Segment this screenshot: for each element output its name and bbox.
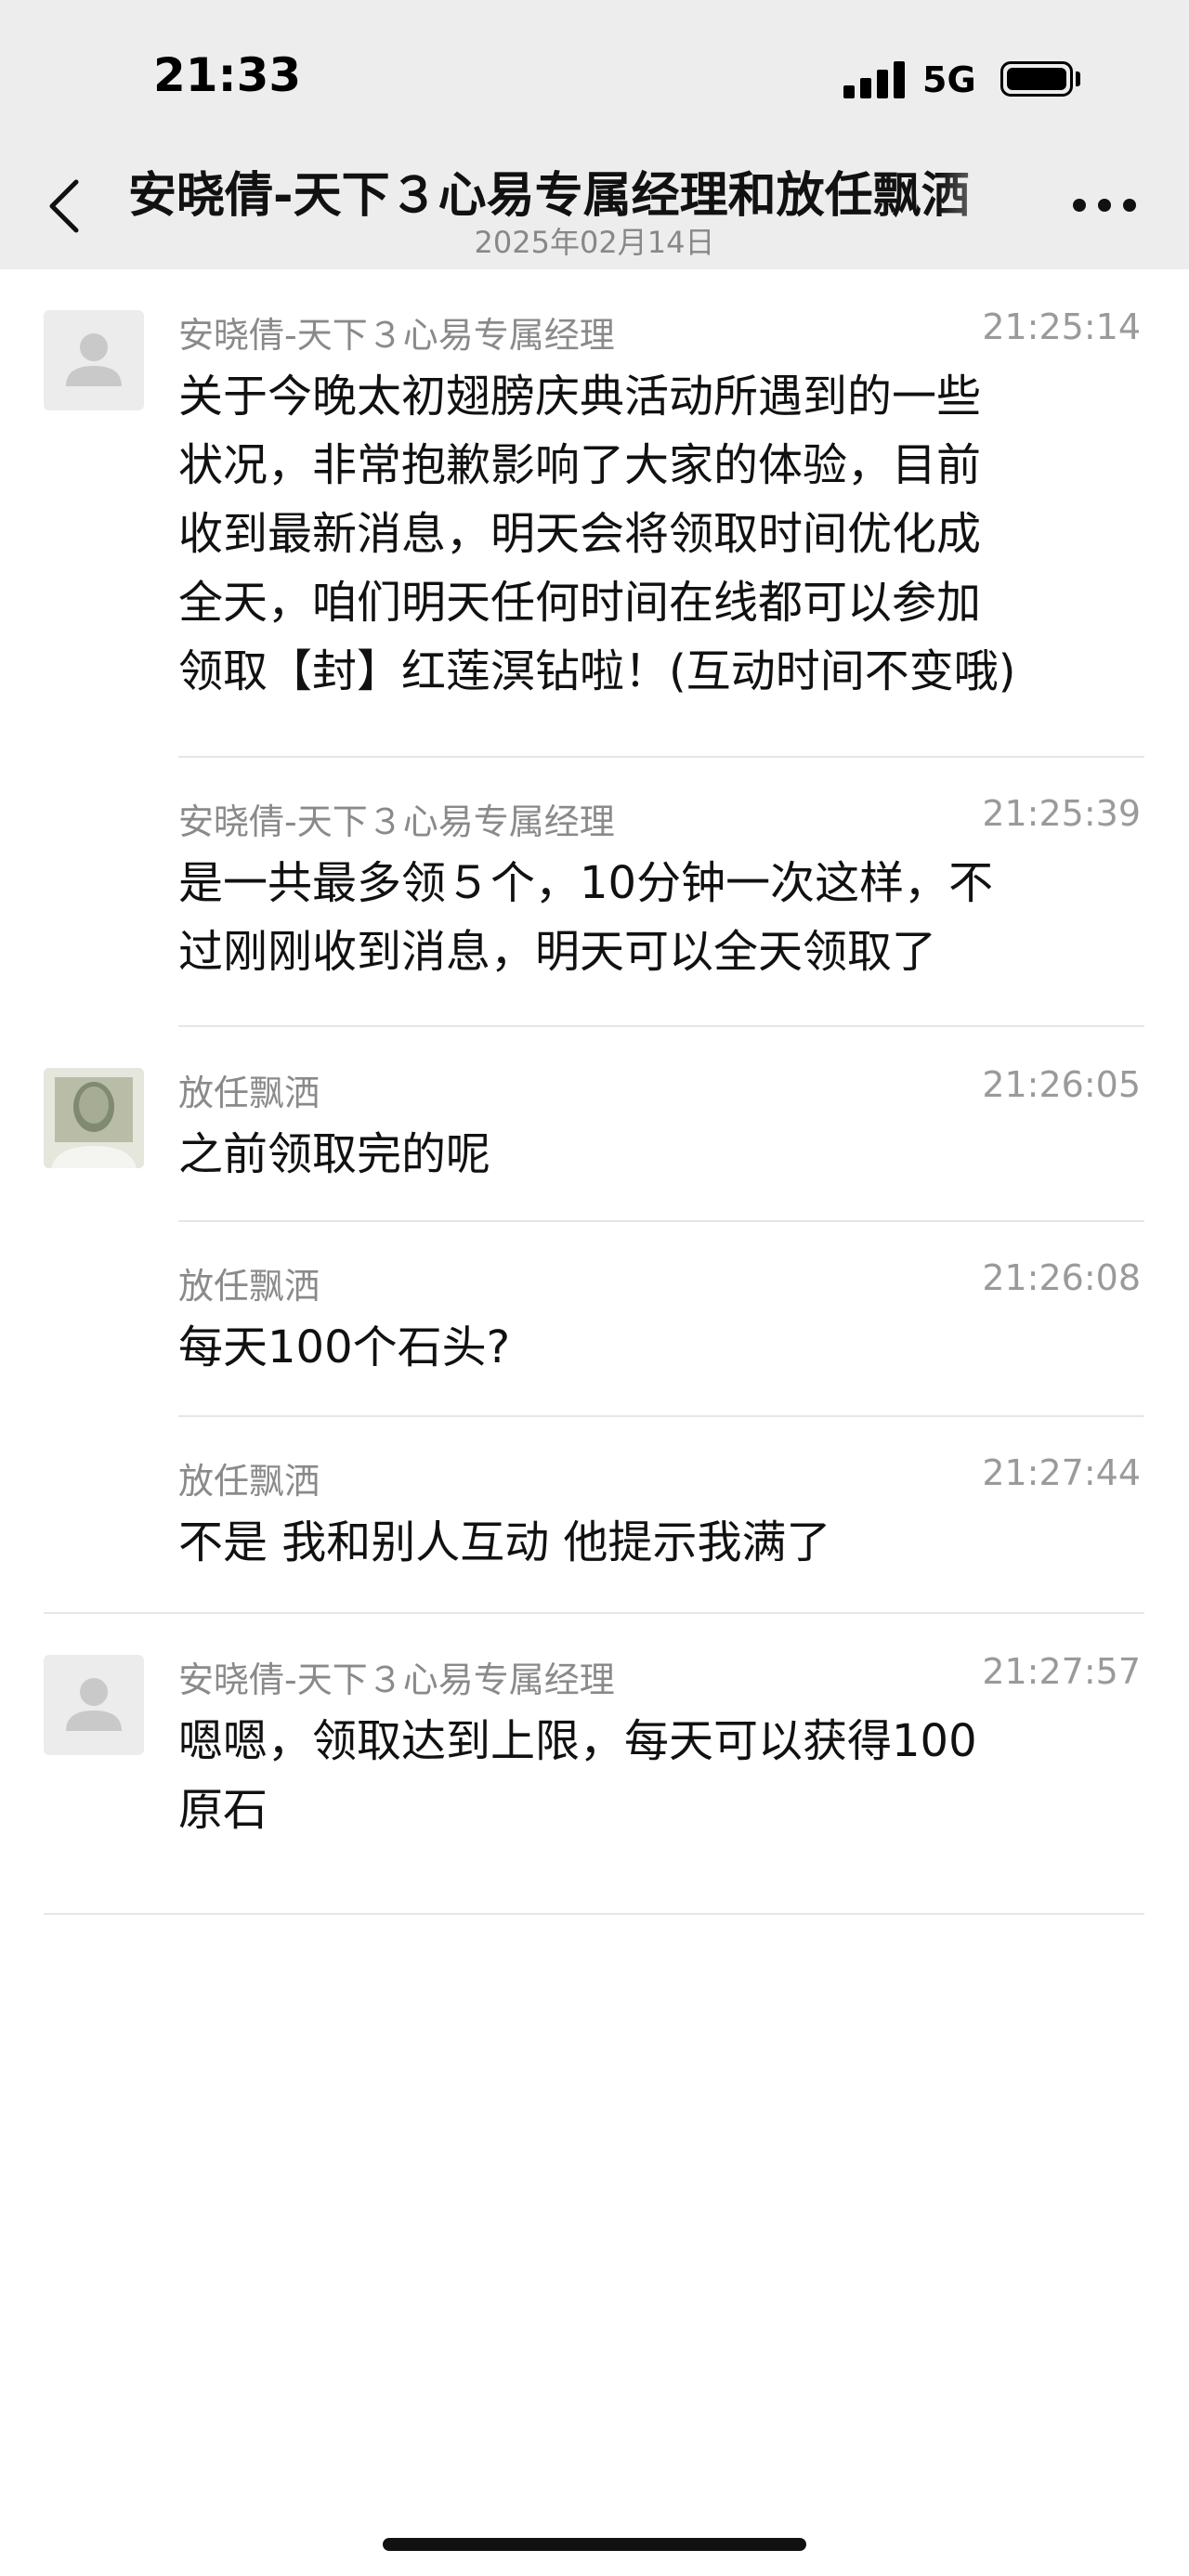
message-line: 状况，非常抱歉影响了大家的体验，目前 [178, 439, 982, 491]
message-text: 关于今晚太初翅膀庆典活动所遇到的一些 状况，非常抱歉影响了大家的体验，目前 收到… [178, 362, 1144, 706]
message-item: 放任飘洒 21:26:08 每天100个石头? [0, 1222, 1189, 1417]
battery-icon [1000, 61, 1073, 97]
message-time: 21:27:44 [982, 1452, 1141, 1493]
chat-date: 2025年02月14日 [0, 219, 1189, 262]
message-line: 原石 [178, 1784, 268, 1836]
message-text: 之前领取完的呢 [178, 1120, 1144, 1189]
home-indicator[interactable] [383, 2538, 806, 2551]
battery-tip [1076, 72, 1080, 86]
message-line: 全天，咱们明天任何时间在线都可以参加 [178, 577, 982, 629]
message-time: 21:27:57 [982, 1651, 1141, 1692]
default-avatar-icon[interactable] [44, 310, 144, 410]
message-item: 安晓倩-天下３心易专属经理 21:25:14 关于今晚太初翅膀庆典活动所遇到的一… [0, 269, 1189, 757]
message-line: 关于今晚太初翅膀庆典活动所遇到的一些 [178, 371, 982, 423]
chat-title: 安晓倩-天下３心易专属经理和放任飘洒 [128, 168, 970, 224]
message-line: 不是 我和别人互动 他提示我满了 [178, 1516, 831, 1568]
chat-date-text: 2025年02月14日 [474, 225, 715, 260]
message-line: 每天100个石头? [178, 1321, 511, 1373]
message-line: 过刚刚收到消息，明天可以全天领取了 [178, 926, 937, 978]
message-line: 之前领取完的呢 [178, 1128, 491, 1180]
sender-name: 安晓倩-天下３心易专属经理 [178, 1659, 615, 1700]
message-time: 21:26:08 [982, 1257, 1141, 1298]
message-text: 不是 我和别人互动 他提示我满了 [178, 1508, 1144, 1577]
message-line: 收到最新消息，明天会将领取时间优化成 [178, 508, 982, 560]
message-item: 放任飘洒 21:26:05 之前领取完的呢 [0, 1027, 1189, 1222]
network-type: 5G [922, 59, 976, 100]
sender-name: 放任飘洒 [178, 1266, 320, 1307]
more-options-icon[interactable] [1073, 199, 1138, 217]
message-time: 21:25:39 [982, 793, 1141, 834]
message-time: 21:26:05 [982, 1064, 1141, 1105]
user-avatar-photo[interactable] [44, 1068, 144, 1168]
message-line: 领取【封】红莲溟钻啦！(互动时间不变哦) [178, 645, 1016, 697]
message-time: 21:25:14 [982, 306, 1141, 347]
sender-name: 放任飘洒 [178, 1073, 320, 1113]
message-text: 每天100个石头? [178, 1313, 1144, 1382]
message-item: 放任飘洒 21:27:44 不是 我和别人互动 他提示我满了 [0, 1417, 1189, 1614]
cellular-signal-icon [843, 61, 905, 98]
end-divider [44, 1913, 1144, 1915]
sender-name: 安晓倩-天下３心易专属经理 [178, 801, 615, 842]
message-item: 安晓倩-天下３心易专属经理 21:25:39 是一共最多领５个，10分钟一次这样… [0, 758, 1189, 1027]
message-text: 是一共最多领５个，10分钟一次这样，不 过刚刚收到消息，明天可以全天领取了 [178, 849, 1144, 986]
message-item: 安晓倩-天下３心易专属经理 21:27:57 嗯嗯，领取达到上限，每天可以获得1… [0, 1614, 1189, 1911]
message-line: 是一共最多领５个，10分钟一次这样，不 [178, 857, 994, 909]
message-text: 嗯嗯，领取达到上限，每天可以获得100 原石 [178, 1707, 1144, 1844]
default-avatar-icon[interactable] [44, 1655, 144, 1755]
status-time: 21:33 [153, 48, 302, 102]
chat-header: 21:33 5G 安晓倩-天下３心易专属经理和放任飘洒 2025年02月14日 [0, 0, 1189, 269]
sender-name: 放任飘洒 [178, 1461, 320, 1502]
message-line: 嗯嗯，领取达到上限，每天可以获得100 [178, 1715, 977, 1767]
sender-name: 安晓倩-天下３心易专属经理 [178, 315, 615, 356]
